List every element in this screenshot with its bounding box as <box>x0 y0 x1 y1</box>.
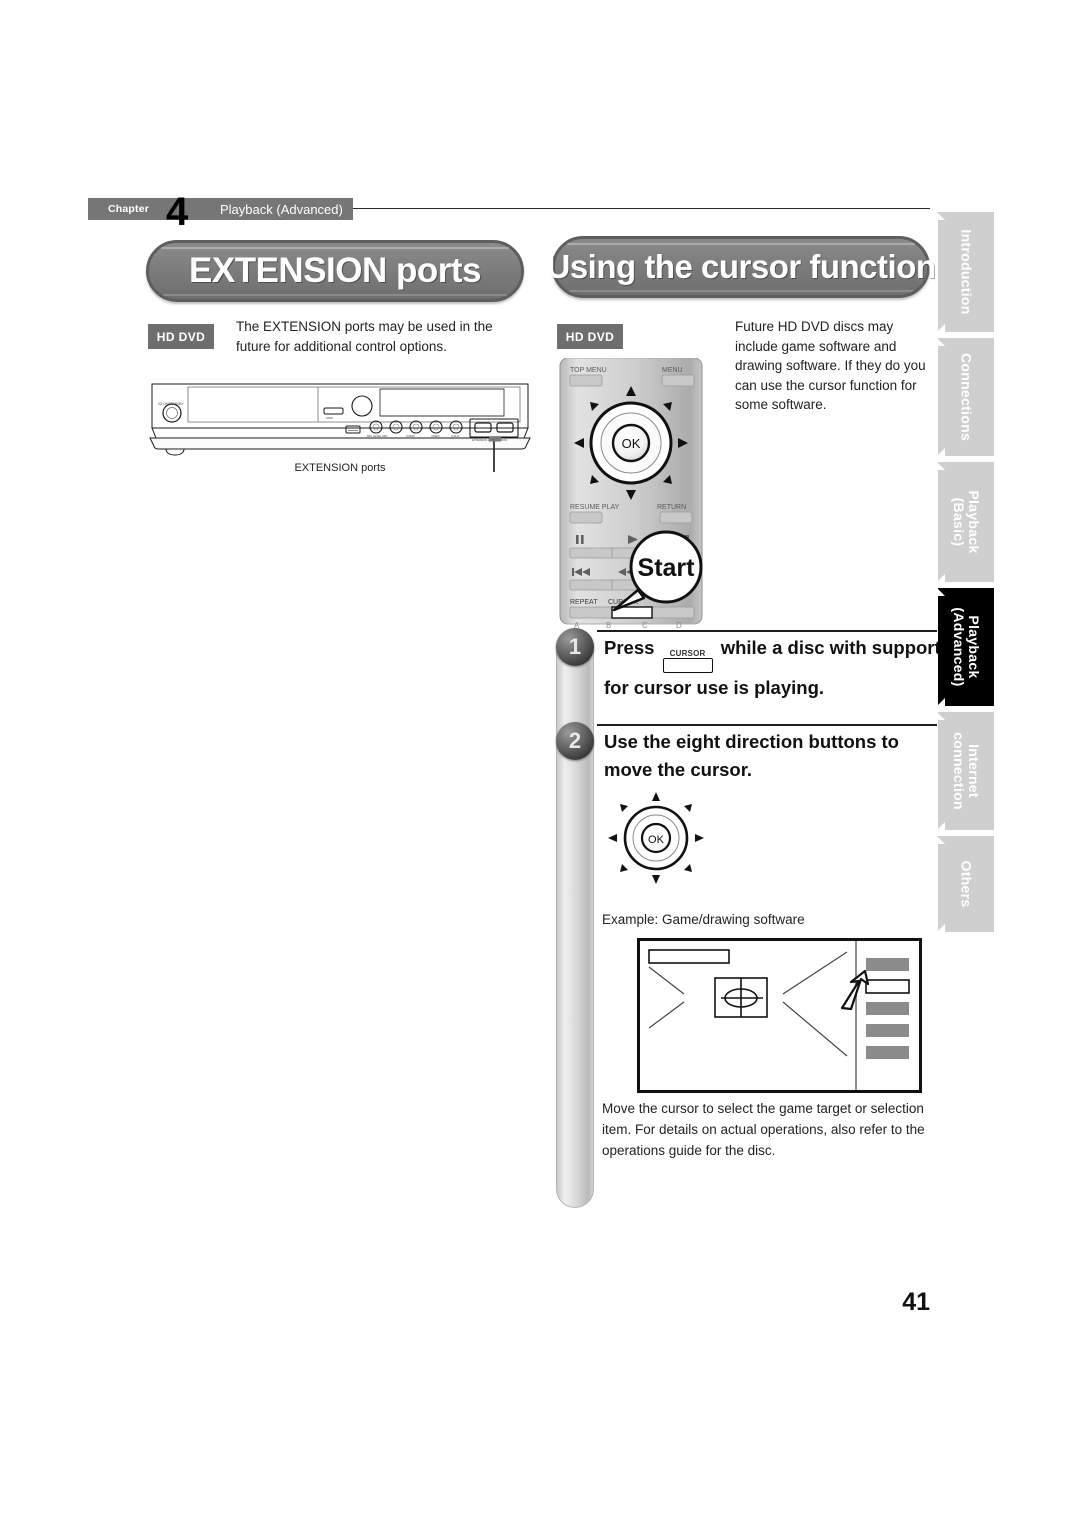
chapter-word-label: Chapter <box>108 203 150 215</box>
chapter-name-label: Playback (Advanced) <box>220 201 343 217</box>
hd-dvd-badge-left: HD DVD <box>148 324 214 349</box>
svg-text:MIC LEVEL MIN: MIC LEVEL MIN <box>367 434 387 438</box>
index-tab-playback-advanced[interactable]: Playback (Advanced) <box>938 588 994 706</box>
tab-notch-bottom-icon <box>938 324 945 332</box>
tab-notch-bottom-icon <box>938 924 945 932</box>
index-tab-label: Others <box>958 860 975 908</box>
tab-notch-top-icon <box>938 588 945 596</box>
section-title-cursor-function: Using the cursor function <box>547 236 936 298</box>
dpad-ok-label: OK <box>648 834 665 846</box>
tab-notch-top-icon <box>938 462 945 470</box>
tab-notch-bottom-icon <box>938 822 945 830</box>
index-tab-label: Playback (Advanced) <box>951 607 982 687</box>
svg-text:Start: Start <box>638 554 696 582</box>
cursor-function-body: Future HD DVD discs may include game sof… <box>735 319 926 412</box>
index-tab-connections[interactable]: Connections <box>938 338 994 456</box>
index-tab-label: Internet connection <box>951 732 982 810</box>
section-title-text: Using the cursor function <box>546 248 937 285</box>
index-tab-introduction[interactable]: Introduction <box>938 212 994 332</box>
step-1-rule <box>597 630 937 632</box>
svg-text:C: C <box>642 621 648 630</box>
svg-text:RETURN: RETURN <box>657 504 686 511</box>
index-tab-label: Playback (Basic) <box>951 490 982 554</box>
chapter-rule <box>324 208 930 209</box>
chapter-number: 4 <box>166 190 189 234</box>
svg-text:AUDIO: AUDIO <box>406 434 416 438</box>
svg-text:TOP MENU: TOP MENU <box>570 367 607 374</box>
chapter-word-tab: Chapter <box>88 198 206 220</box>
chapter-name-tab: Playback (Advanced) <box>206 198 353 220</box>
steps-rail <box>556 628 594 1208</box>
tab-notch-top-icon <box>938 712 945 720</box>
index-tab-label: Introduction <box>958 229 975 315</box>
example-screen-illustration <box>637 938 922 1093</box>
index-tab-label: Connections <box>958 352 975 442</box>
svg-text:EXTENSION 1: EXTENSION 1 <box>472 438 490 442</box>
cursor-key-label: CURSOR <box>669 649 706 658</box>
step-1-text-after: while a disc with support for cursor use… <box>604 637 941 698</box>
hd-dvd-badge-right: HD DVD <box>557 324 623 349</box>
example-caption: Example: Game/drawing software <box>602 912 805 927</box>
step-2-rule <box>597 724 937 726</box>
extension-ports-body: The EXTENSION ports may be used in the f… <box>236 319 493 354</box>
tab-notch-top-icon <box>938 338 945 346</box>
cursor-key-glyph: CURSOR <box>662 649 713 673</box>
svg-text:VIDEO: VIDEO <box>431 434 441 438</box>
svg-text:REPEAT: REPEAT <box>570 599 598 606</box>
svg-text:I/O ON/STANDBY: I/O ON/STANDBY <box>158 402 184 406</box>
index-tab-playback-basic[interactable]: Playback (Basic) <box>938 462 994 582</box>
eight-direction-pad-illustration: OK <box>600 786 718 890</box>
tab-notch-top-icon <box>938 212 945 220</box>
svg-text:MENU: MENU <box>662 367 683 374</box>
svg-text:V-AUX: V-AUX <box>451 434 460 438</box>
step-2-number: 2 <box>556 722 594 760</box>
svg-text:D: D <box>676 621 682 630</box>
step-1-number: 1 <box>556 628 594 666</box>
tab-notch-top-icon <box>938 836 945 844</box>
manual-page: Chapter 4 Playback (Advanced) EXTENSION … <box>0 0 1080 1528</box>
page-number: 41 <box>902 1288 930 1316</box>
step-1-text-before: Press <box>604 637 655 658</box>
index-tabs: Introduction Connections Playback (Basic)… <box>938 212 994 938</box>
section-title-extension-ports: EXTENSION ports <box>146 240 524 302</box>
tab-notch-bottom-icon <box>938 574 945 582</box>
index-tab-internet-connection[interactable]: Internet connection <box>938 712 994 830</box>
index-tab-others[interactable]: Others <box>938 836 994 932</box>
remote-control-illustration: TOP MENU MENU OK RESUME PLAY RETURN REPE… <box>552 357 712 630</box>
step-2-text: Use the eight direction buttons to move … <box>604 731 899 780</box>
svg-text:HDMI: HDMI <box>326 416 333 420</box>
cursor-key-box <box>662 658 713 673</box>
extension-ports-caption: EXTENSION ports <box>294 462 386 474</box>
section-title-text: EXTENSION ports <box>189 251 481 290</box>
tab-notch-bottom-icon <box>938 698 945 706</box>
cursor-closing-body: Move the cursor to select the game targe… <box>602 1101 925 1158</box>
tab-notch-bottom-icon <box>938 448 945 456</box>
svg-text:B: B <box>606 621 611 630</box>
chapter-header: Chapter 4 Playback (Advanced) <box>88 192 930 232</box>
step-1-text: Press CURSOR while a disc with support f… <box>604 634 946 702</box>
svg-text:OK: OK <box>622 436 641 451</box>
svg-text:RESUME PLAY: RESUME PLAY <box>570 504 620 511</box>
